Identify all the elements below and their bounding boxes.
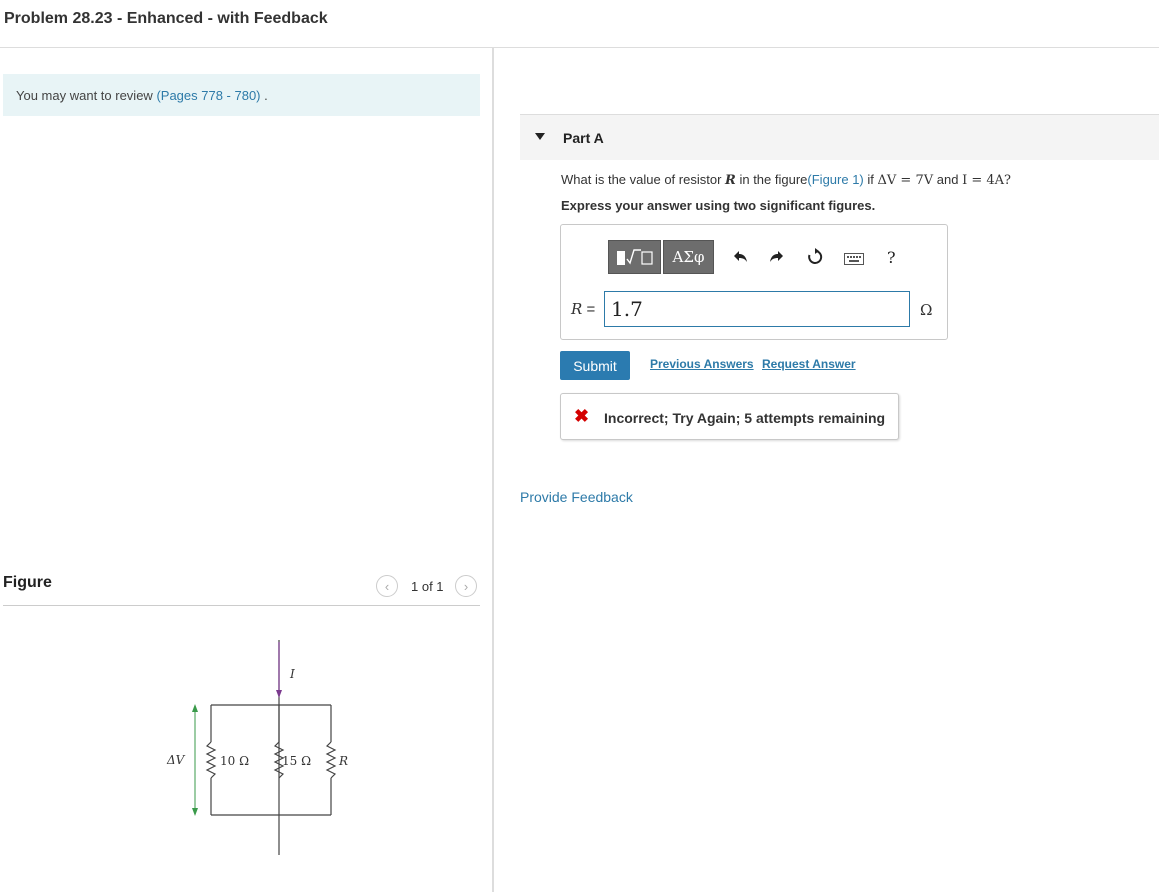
review-suffix: . [264, 88, 268, 103]
figure-pager: 1 of 1 [411, 579, 444, 594]
template-button[interactable] [608, 240, 661, 274]
question-text: What is the value of resistor R in the f… [561, 172, 1011, 188]
question-var: R [725, 173, 736, 188]
previous-answers-link[interactable]: Previous Answers [650, 357, 754, 371]
review-text: You may want to review [16, 88, 153, 103]
figure-next-button[interactable]: › [455, 575, 477, 597]
instruction-text: Express your answer using two significan… [561, 198, 876, 213]
collapse-triangle-icon[interactable] [535, 133, 545, 140]
undo-icon[interactable] [733, 248, 749, 269]
circuit-figure: I ΔV 10 Ω 15 Ω R [166, 640, 348, 855]
question-i: I = 4A? [962, 173, 1011, 188]
question-mid: in the figure [739, 172, 808, 187]
request-answer-link[interactable]: Request Answer [762, 357, 856, 371]
resistor-10-ohm [205, 741, 217, 779]
question-if: if [867, 172, 874, 187]
answer-input[interactable]: 1.7 [604, 291, 910, 327]
greek-symbols-button[interactable]: ΑΣφ [663, 240, 714, 274]
provide-feedback-link[interactable]: Provide Feedback [520, 489, 633, 505]
voltage-arrow-icon [192, 808, 198, 816]
submit-button[interactable]: Submit [560, 351, 630, 380]
keyboard-icon[interactable] [844, 252, 864, 270]
header-divider [0, 47, 1159, 48]
figure-title: Figure [3, 574, 52, 591]
review-banner: You may want to review (Pages 778 - 780)… [3, 74, 480, 116]
resistor-label-2: 15 Ω [282, 754, 311, 768]
resistor-label-3: R [338, 754, 348, 768]
figure-prev-button[interactable]: ‹ [376, 575, 398, 597]
chevron-left-icon: ‹ [384, 578, 390, 594]
question-and: and [936, 172, 959, 187]
voltage-label: ΔV [166, 753, 186, 767]
resistor-R [325, 741, 337, 779]
part-header[interactable] [520, 115, 1159, 160]
panel-divider[interactable] [492, 48, 494, 892]
question-pre: What is the value of resistor [561, 172, 722, 187]
incorrect-icon: ✖ [574, 406, 590, 426]
review-pages-link[interactable]: (Pages 778 - 780) [156, 88, 260, 103]
figure-link[interactable]: (Figure 1) [807, 172, 863, 187]
redo-icon[interactable] [768, 248, 784, 269]
resistor-label-1: 10 Ω [220, 754, 249, 768]
reset-icon[interactable] [806, 248, 824, 271]
answer-unit: Ω [920, 301, 933, 319]
feedback-message: Incorrect; Try Again; 5 attempts remaini… [604, 410, 886, 426]
question-dv: ΔV = 7V [877, 173, 934, 188]
feedback-box: ✖ Incorrect; Try Again; 5 attempts remai… [560, 393, 899, 440]
answer-label: R = [571, 300, 596, 318]
part-label: Part A [563, 130, 604, 146]
template-icon [616, 249, 653, 265]
help-button[interactable]: ? [887, 248, 896, 267]
page-title: Problem 28.23 - Enhanced - with Feedback [4, 10, 328, 27]
current-arrow-icon [276, 690, 282, 698]
figure-divider [3, 605, 480, 606]
current-label: I [289, 667, 295, 681]
chevron-right-icon: › [463, 578, 469, 594]
